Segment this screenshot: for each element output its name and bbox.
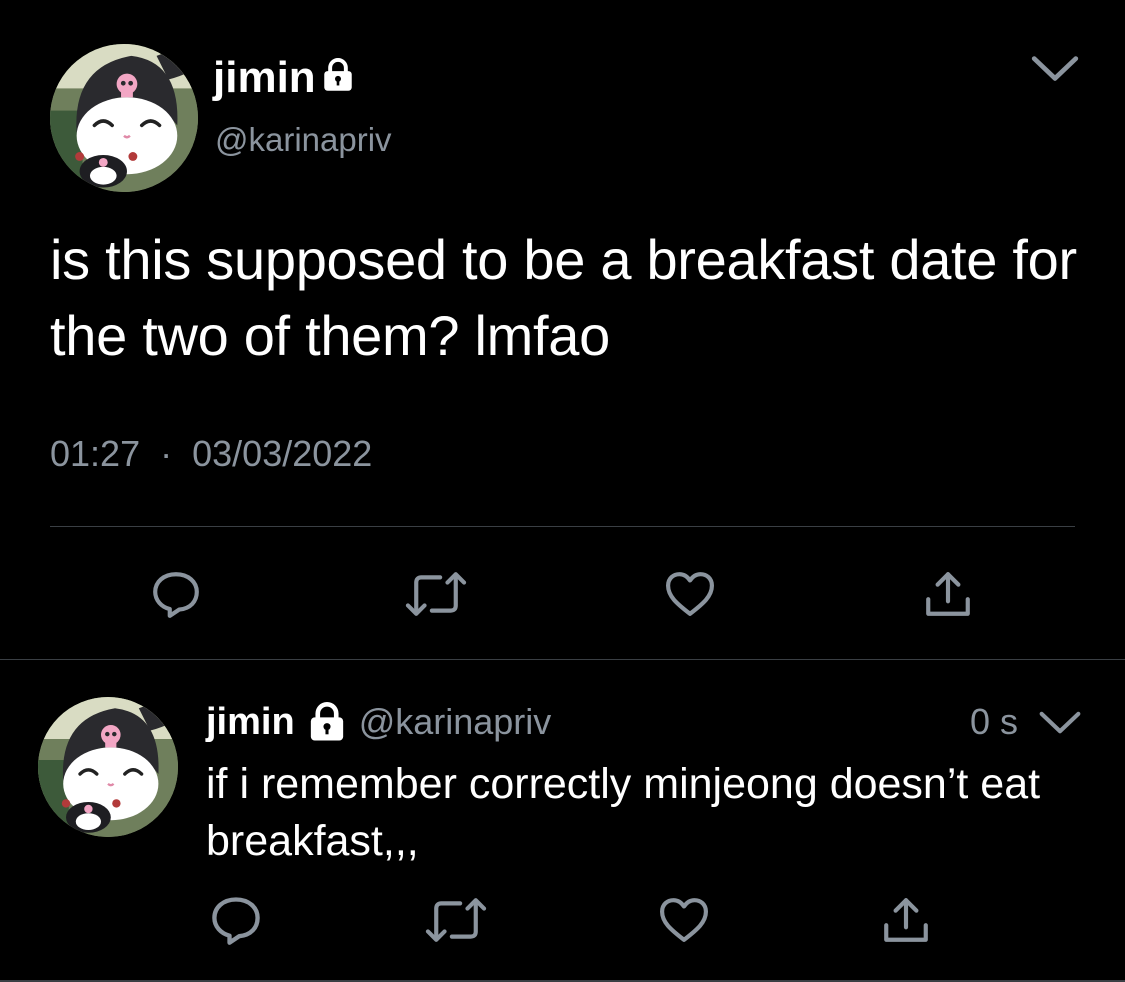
author-name-row[interactable]: jimin (213, 52, 354, 104)
divider (50, 526, 1075, 527)
timestamp-separator: · (160, 433, 173, 474)
divider (0, 659, 1125, 660)
heart-icon (657, 896, 711, 944)
share-button[interactable] (876, 890, 936, 950)
chevron-down-icon[interactable] (1030, 52, 1080, 86)
tweet-timestamp[interactable]: 01:27 · 03/03/2022 (50, 432, 372, 476)
tweet-text: if i remember correctly minjeong doesn’t… (206, 760, 1041, 865)
tweet-date: 03/03/2022 (192, 433, 373, 474)
display-name[interactable]: jimin (213, 52, 316, 104)
heart-icon (663, 570, 717, 618)
retweet-icon (424, 894, 488, 946)
share-icon (880, 893, 932, 947)
retweet-button[interactable] (422, 892, 490, 948)
lock-icon (307, 702, 347, 742)
author-handle[interactable]: @karinapriv (215, 120, 392, 160)
like-button[interactable] (660, 568, 720, 620)
author-handle[interactable]: @karinapriv (359, 700, 552, 744)
reply-header: jimin @karinapriv (206, 700, 551, 744)
chevron-down-icon[interactable] (1038, 708, 1082, 738)
reply-icon (150, 568, 202, 620)
reply-button[interactable] (206, 890, 266, 950)
avatar[interactable] (50, 44, 198, 192)
relative-time: 0 s (970, 701, 1019, 742)
avatar[interactable] (38, 697, 178, 837)
like-button[interactable] (654, 894, 714, 946)
share-button[interactable] (918, 566, 978, 622)
share-icon (922, 568, 974, 620)
retweet-icon (404, 568, 468, 620)
lock-icon (322, 52, 354, 104)
reply-button[interactable] (146, 566, 206, 622)
reply-icon (209, 893, 263, 947)
display-name[interactable]: jimin (206, 700, 295, 744)
tweet-time: 01:27 (50, 433, 141, 474)
retweet-button[interactable] (402, 566, 470, 622)
tweet-text: is this supposed to be a breakfast date … (50, 228, 1077, 367)
